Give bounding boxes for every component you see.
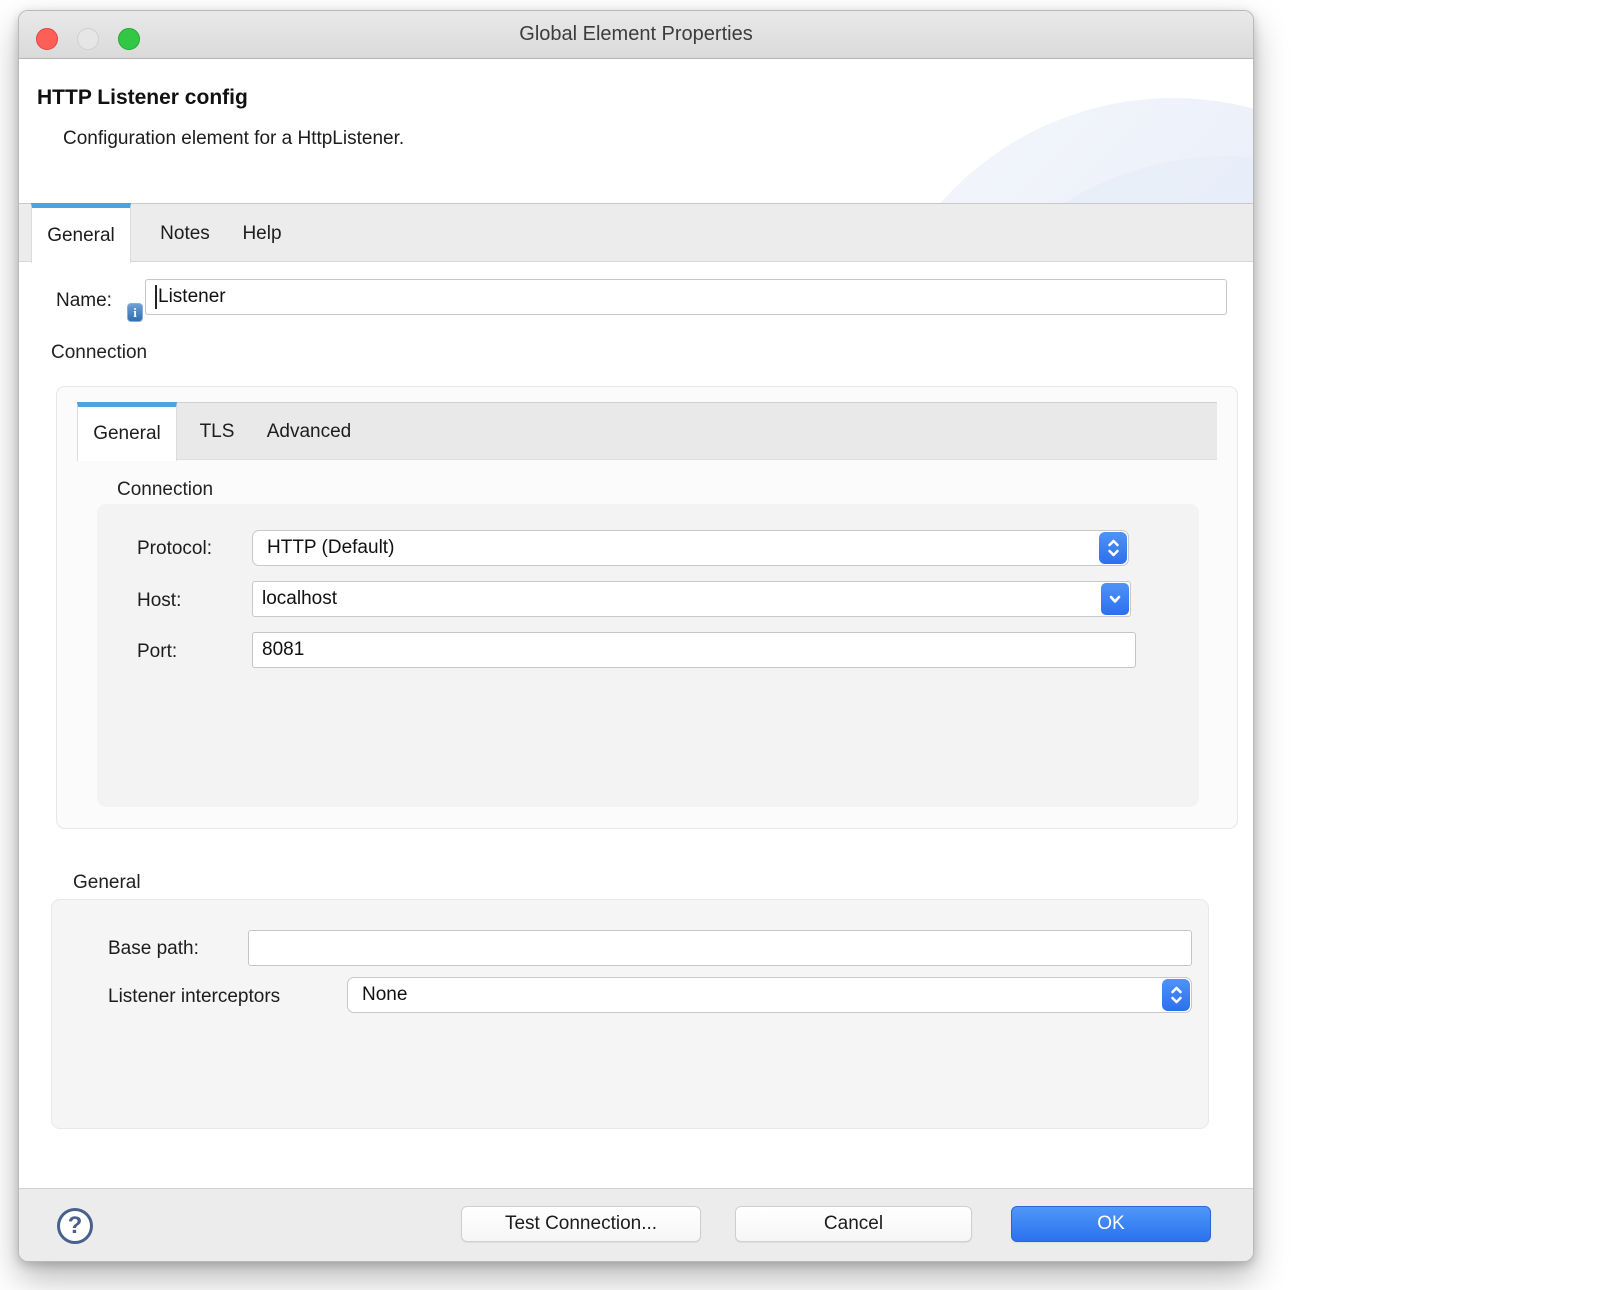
title-bar[interactable]: Global Element Properties	[19, 11, 1253, 59]
text-caret	[155, 285, 157, 309]
global-element-properties-dialog: Global Element Properties HTTP Listener …	[18, 10, 1254, 1262]
dialog-subtitle: Configuration element for a HttpListener…	[63, 128, 404, 150]
tab-connection-general[interactable]: General	[77, 402, 177, 461]
port-label: Port:	[137, 641, 177, 663]
dialog-title: HTTP Listener config	[37, 86, 248, 110]
tab-connection-tls-label: TLS	[200, 421, 235, 443]
dialog-header: HTTP Listener config Configuration eleme…	[19, 60, 1253, 209]
tab-connection-advanced[interactable]: Advanced	[249, 403, 369, 461]
dropdown-stepper-icon	[1162, 979, 1190, 1011]
tab-connection-tls[interactable]: TLS	[185, 403, 249, 461]
tab-general[interactable]: General	[31, 203, 131, 263]
connection-group: General TLS Advanced Connection Protocol…	[56, 386, 1238, 829]
connection-section-label: Connection	[51, 342, 147, 364]
window-title: Global Element Properties	[519, 23, 752, 46]
test-connection-button[interactable]: Test Connection...	[461, 1206, 701, 1242]
protocol-dropdown[interactable]: HTTP (Default)	[252, 530, 1129, 566]
listener-interceptors-value: None	[348, 984, 1191, 1006]
tab-connection-general-label: General	[93, 423, 161, 445]
window-controls	[36, 28, 140, 50]
host-combobox[interactable]: localhost	[252, 581, 1131, 617]
base-path-input[interactable]	[248, 930, 1192, 966]
general-section-label: General	[73, 872, 141, 894]
help-icon-glyph: ?	[68, 1212, 83, 1240]
port-input-value: 8081	[262, 639, 304, 661]
chevron-down-icon	[1101, 583, 1129, 615]
close-window-button[interactable]	[36, 28, 58, 50]
zoom-window-button[interactable]	[118, 28, 140, 50]
name-input-value: Listener	[158, 286, 226, 308]
listener-interceptors-label: Listener interceptors	[108, 986, 280, 1008]
connection-group-label: Connection	[117, 479, 213, 501]
protocol-value: HTTP (Default)	[253, 537, 1128, 559]
info-icon: i	[127, 303, 143, 322]
cancel-button[interactable]: Cancel	[735, 1206, 972, 1242]
main-tab-strip: General Notes Help	[19, 203, 1253, 262]
port-input[interactable]: 8081	[252, 632, 1136, 668]
name-label: Name:	[56, 290, 112, 312]
help-icon[interactable]: ?	[57, 1208, 93, 1244]
test-connection-button-label: Test Connection...	[505, 1213, 657, 1235]
cancel-button-label: Cancel	[824, 1213, 883, 1235]
tab-notes[interactable]: Notes	[144, 204, 226, 263]
base-path-label: Base path:	[108, 938, 199, 960]
ok-button-label: OK	[1097, 1213, 1124, 1235]
name-input[interactable]: Listener	[145, 279, 1227, 315]
ok-button[interactable]: OK	[1011, 1206, 1211, 1242]
connection-fields-box: Protocol: HTTP (Default) Host: localhost	[97, 504, 1199, 807]
dropdown-stepper-icon	[1099, 532, 1127, 564]
host-label: Host:	[137, 590, 181, 612]
dialog-footer: ? Test Connection... Cancel OK	[19, 1188, 1253, 1262]
tab-help[interactable]: Help	[226, 204, 298, 263]
tab-help-label: Help	[242, 223, 281, 245]
connection-tab-strip: General TLS Advanced	[77, 402, 1217, 460]
protocol-label: Protocol:	[137, 538, 212, 560]
tab-notes-label: Notes	[160, 223, 210, 245]
minimize-window-button[interactable]	[77, 28, 99, 50]
general-group: Base path: Listener interceptors None	[51, 899, 1209, 1129]
host-value: localhost	[253, 588, 1130, 610]
tab-general-label: General	[47, 225, 115, 247]
tab-connection-advanced-label: Advanced	[267, 421, 352, 443]
listener-interceptors-dropdown[interactable]: None	[347, 977, 1192, 1013]
